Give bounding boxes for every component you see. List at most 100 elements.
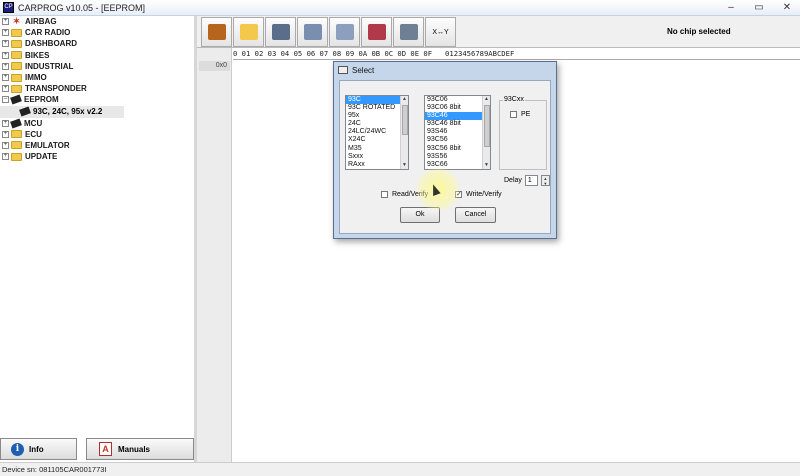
list-item[interactable]: 24C — [346, 120, 408, 128]
device-serial: Device sn: 081105CAR001773I — [2, 465, 107, 474]
list-item[interactable]: 95x — [346, 112, 408, 120]
expand-icon[interactable]: + — [2, 141, 9, 149]
expand-icon[interactable]: + — [2, 18, 9, 26]
family-list-scrollbar[interactable]: ▲ ▼ — [400, 96, 408, 169]
tree-item-label: 93C, 24C, 95x v2.2 — [33, 107, 103, 116]
delay-spinner[interactable]: ▲ ▼ — [540, 175, 550, 186]
tree-item-label: INDUSTRIAL — [25, 61, 74, 71]
list-item[interactable]: 93C46 — [425, 112, 490, 121]
folder-icon — [11, 84, 22, 93]
expand-icon[interactable]: + — [2, 40, 9, 48]
expand-icon[interactable]: + — [2, 85, 9, 93]
tree-item-ecu[interactable]: + ECU — [0, 129, 194, 140]
expand-icon[interactable]: + — [2, 119, 9, 127]
dialog-title-bar[interactable]: Select — [334, 62, 556, 78]
expand-icon[interactable]: + — [2, 51, 9, 59]
list-item[interactable]: 93C46 8bit — [425, 120, 490, 128]
address-cell: 0x0 — [199, 61, 230, 71]
tree-item-airbag[interactable]: + ✶ AIRBAG — [0, 16, 194, 27]
expand-icon[interactable]: + — [2, 153, 9, 161]
collapse-icon[interactable]: – — [2, 96, 9, 104]
list-item[interactable]: 93C06 — [425, 96, 490, 104]
pe-option[interactable]: PE — [510, 111, 530, 118]
tree-item-label: BIKES — [25, 50, 50, 60]
scroll-down-icon[interactable]: ▼ — [483, 162, 490, 169]
save-button[interactable] — [265, 17, 296, 47]
pdf-icon: A — [99, 442, 112, 456]
chip-status: No chip selected — [667, 27, 731, 36]
expand-icon[interactable]: + — [2, 29, 9, 37]
status-bar: Device sn: 081105CAR001773I — [0, 462, 800, 476]
list-item[interactable]: 93C56 8bit — [425, 145, 490, 153]
read-verify-checkbox[interactable] — [381, 191, 388, 198]
tree-item-bikes[interactable]: + BIKES — [0, 50, 194, 61]
tree-item-label: UPDATE — [25, 152, 58, 162]
folder-icon — [11, 141, 22, 150]
list-item[interactable]: M35 — [346, 145, 408, 153]
scroll-thumb[interactable] — [484, 105, 490, 147]
verify-button[interactable] — [393, 17, 424, 47]
info-button-label: Info — [29, 444, 44, 454]
list-item[interactable]: 24LC/24WC — [346, 128, 408, 136]
list-item[interactable]: RAxx — [346, 161, 408, 169]
scroll-down-icon[interactable]: ▼ — [401, 162, 408, 169]
delay-input[interactable]: 1 — [524, 175, 538, 186]
tree-item-mcu[interactable]: + MCU — [0, 118, 194, 129]
list-item[interactable]: 93C56 — [425, 136, 490, 144]
scroll-thumb[interactable] — [402, 105, 408, 135]
list-item[interactable]: 93C — [346, 96, 408, 105]
chip-icon — [10, 94, 22, 105]
list-item[interactable]: 93C06 8bit — [425, 104, 490, 112]
chip-family-list[interactable]: 93C 93C ROTATED 95x 24C 24LC/24WC X24C M… — [345, 95, 409, 170]
read-chip-icon — [303, 24, 322, 40]
folder-icon — [11, 152, 22, 161]
tree-item-label: CAR RADIO — [25, 28, 71, 38]
minimize-button[interactable]: – — [724, 2, 738, 13]
save-icon — [271, 24, 290, 40]
chip-icon — [19, 106, 31, 117]
write-chip-icon — [335, 24, 354, 40]
close-button[interactable]: ✕ — [780, 2, 794, 13]
list-item[interactable]: X24C — [346, 136, 408, 144]
list-item[interactable]: 93S46 — [425, 128, 490, 136]
maximize-button[interactable]: ▭ — [752, 2, 766, 13]
folder-icon — [11, 39, 22, 48]
pe-checkbox[interactable] — [510, 111, 517, 118]
tree-item-label: ECU — [25, 129, 42, 139]
list-item[interactable]: 93S56 — [425, 153, 490, 161]
cancel-button[interactable]: Cancel — [455, 207, 496, 223]
select-dialog: Select 93C 93C ROTATED 95x 24C 24LC/24WC… — [333, 61, 557, 239]
tools-icon — [207, 24, 226, 40]
expand-icon[interactable]: + — [2, 130, 9, 138]
tree-item-car-radio[interactable]: + CAR RADIO — [0, 27, 194, 38]
scroll-up-icon[interactable]: ▲ — [401, 96, 408, 103]
manuals-button[interactable]: A Manuals — [86, 438, 194, 460]
tree-item-update[interactable]: + UPDATE — [0, 151, 194, 162]
expand-icon[interactable]: + — [2, 62, 9, 70]
tree-item-dashboard[interactable]: + DASHBOARD — [0, 38, 194, 49]
read-button[interactable] — [297, 17, 328, 47]
info-button[interactable]: i Info — [0, 438, 77, 460]
list-item[interactable]: 93C ROTATED — [346, 104, 408, 112]
erase-button[interactable] — [361, 17, 392, 47]
write-verify-option[interactable]: ✓ Write/Verify — [455, 191, 502, 198]
folder-icon — [11, 51, 22, 60]
list-item[interactable]: Sxxx — [346, 153, 408, 161]
tree-item-transponder[interactable]: + TRANSPONDER — [0, 83, 194, 94]
tree-item-emulator[interactable]: + EMULATOR — [0, 140, 194, 151]
open-button[interactable] — [233, 17, 264, 47]
chip-list-scrollbar[interactable]: ▲ ▼ — [482, 96, 490, 169]
scroll-up-icon[interactable]: ▲ — [483, 96, 490, 103]
expand-icon[interactable]: + — [2, 74, 9, 82]
tree-item-eeprom[interactable]: – EEPROM — [0, 94, 194, 105]
tree-item-industrial[interactable]: + INDUSTRIAL — [0, 61, 194, 72]
swap-xy-button[interactable]: X↔Y — [425, 17, 456, 47]
dialog-title: Select — [352, 65, 375, 75]
write-button[interactable] — [329, 17, 360, 47]
tree-item-immo[interactable]: + IMMO — [0, 72, 194, 83]
tree-item-eeprom-93c-24c-95x[interactable]: 93C, 24C, 95x v2.2 — [0, 105, 124, 118]
tools-button[interactable] — [201, 17, 232, 47]
window-controls: – ▭ ✕ — [724, 2, 794, 13]
title-bar: CP CARPROG v10.05 - [EEPROM] – ▭ ✕ — [0, 0, 800, 16]
chip-model-list[interactable]: 93C06 93C06 8bit 93C46 93C46 8bit 93S46 … — [424, 95, 491, 170]
